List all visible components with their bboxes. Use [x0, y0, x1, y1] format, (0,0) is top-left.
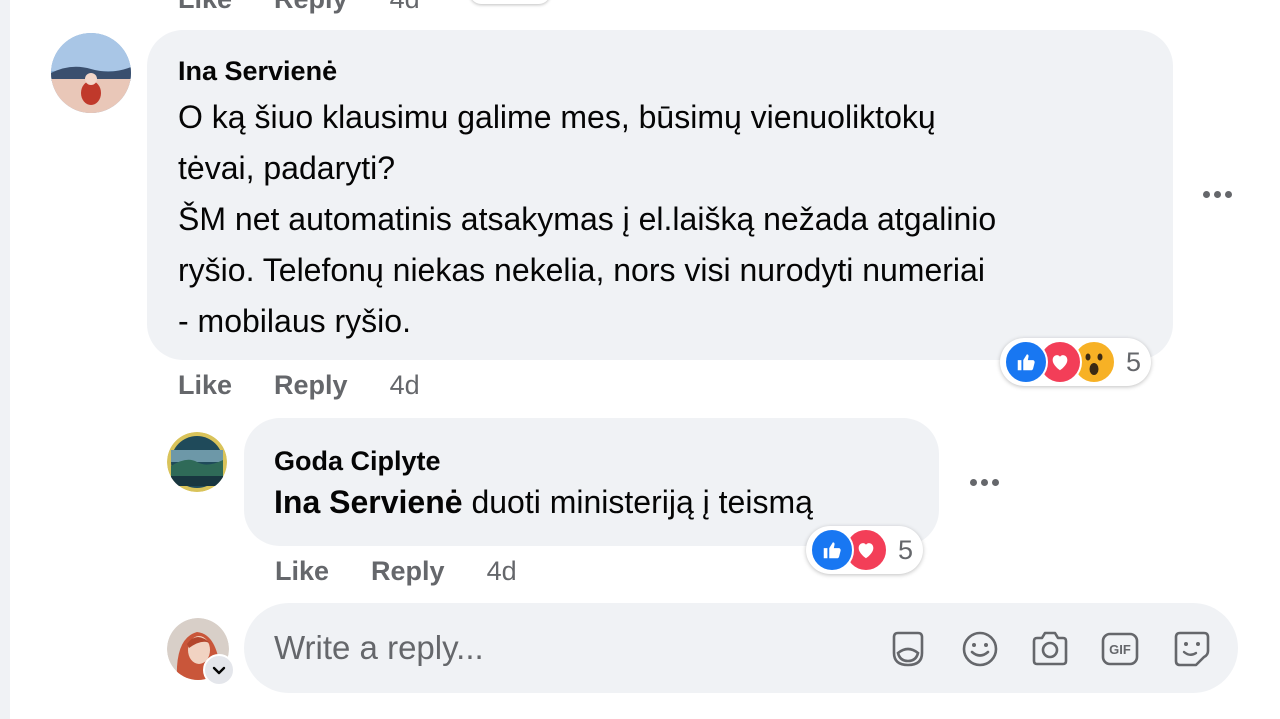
reply-timestamp[interactable]: 4d [487, 556, 517, 587]
reply-actions: Like Reply 4d [275, 556, 517, 587]
previous-timestamp[interactable]: 4d [390, 0, 420, 15]
comment-timestamp[interactable]: 4d [390, 370, 420, 401]
sticker-square-icon[interactable] [1170, 627, 1214, 671]
current-user-avatar[interactable] [167, 618, 235, 686]
comment-text-line: ryšio. Telefonų niekas nekelia, nors vis… [178, 252, 985, 288]
reply-text-body: duoti ministeriją į teismą [462, 484, 813, 520]
avatar[interactable] [167, 432, 227, 492]
comment-text-line: O ką šiuo klausimu galime mes, būsimų vi… [178, 99, 936, 135]
reply-input[interactable]: Write a reply... GIF [244, 603, 1238, 693]
like-button[interactable]: Like [275, 556, 329, 587]
more-dot-icon [970, 479, 977, 486]
avatar[interactable] [51, 33, 131, 113]
comment-text-line: ŠM net automatinis atsakymas į el.laišką… [178, 201, 997, 237]
reactions-summary[interactable]: 5 [806, 526, 924, 574]
comment-bubble: Ina Servienė O ką šiuo klausimu galime m… [147, 30, 1173, 360]
like-button[interactable]: Like [178, 370, 232, 401]
comment-text-line: - mobilaus ryšio. [178, 303, 411, 339]
more-dot-icon [1225, 191, 1232, 198]
previous-reactions-pill[interactable] [470, 0, 550, 4]
comment-text: O ką šiuo klausimu galime mes, būsimų vi… [178, 92, 996, 347]
mention-link[interactable]: Ina Servienė [274, 484, 463, 520]
like-icon [1004, 340, 1048, 384]
previous-reply-button[interactable]: Reply [274, 0, 348, 15]
previous-like-button[interactable]: Like [178, 0, 232, 15]
reply-text: Ina Servienė duoti ministeriją į teismą [274, 484, 813, 521]
more-dot-icon [1214, 191, 1221, 198]
reaction-count: 5 [898, 534, 914, 565]
reply-button[interactable]: Reply [371, 556, 445, 587]
more-options-button[interactable] [1203, 191, 1232, 198]
more-options-button[interactable] [970, 479, 999, 486]
more-dot-icon [1203, 191, 1210, 198]
reaction-count: 5 [1126, 346, 1142, 377]
reply-input-placeholder: Write a reply... [274, 629, 484, 666]
chevron-down-icon [212, 666, 226, 675]
comment-text-line: tėvai, padaryti? [178, 150, 396, 186]
like-icon [810, 528, 854, 572]
comment-actions: Like Reply 4d [178, 370, 420, 401]
comment-author[interactable]: Ina Servienė [178, 56, 337, 87]
emoji-icon[interactable] [958, 627, 1002, 671]
sticker-icon[interactable] [886, 627, 930, 671]
previous-comment-actions: Like Reply 4d [178, 0, 420, 15]
reactions-summary[interactable]: 5 [1000, 338, 1152, 386]
svg-text:GIF: GIF [1109, 642, 1131, 657]
more-dot-icon [992, 479, 999, 486]
left-page-border [0, 0, 10, 719]
reply-author[interactable]: Goda Ciplyte [274, 446, 441, 477]
account-switcher-chevron[interactable] [203, 654, 235, 686]
reply-button[interactable]: Reply [274, 370, 348, 401]
camera-icon[interactable] [1028, 627, 1072, 671]
more-dot-icon [981, 479, 988, 486]
gif-icon[interactable]: GIF [1098, 627, 1142, 671]
